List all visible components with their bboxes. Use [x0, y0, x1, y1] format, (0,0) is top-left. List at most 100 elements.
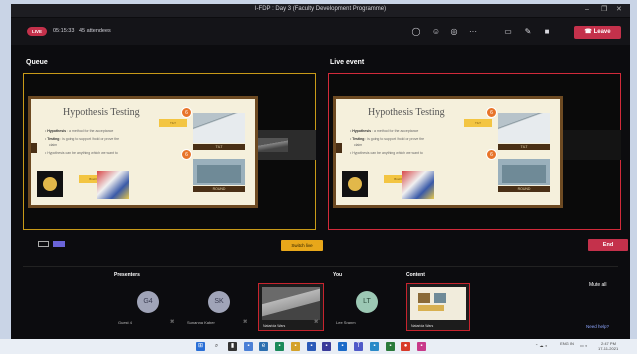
tray-icons[interactable]: ⌃ ☁ ◑ [535, 344, 547, 348]
edge-icon[interactable]: e [259, 342, 268, 351]
slide-decoration [336, 143, 342, 153]
layout-single-button[interactable] [38, 241, 49, 247]
meeting-toolbar: LIVE 05:15:33 45 attendees ◯ ☺ ◎ ··· ▭ ✎… [11, 18, 630, 45]
tilt-image [498, 113, 550, 143]
tilt-label: TILT [193, 144, 245, 150]
slide-content: Hypothesis Testing • Hypothesis : a meth… [31, 99, 255, 205]
maximize-icon[interactable]: ❐ [601, 6, 607, 14]
slide-callout: TILT [464, 119, 492, 127]
leave-button[interactable]: ☎ Leave [574, 26, 621, 39]
slide-bullet: • Hypothesis can be anything which we wa… [350, 151, 423, 155]
bullet-term: Hypothesis [352, 129, 372, 133]
live-event-pane[interactable]: Hypothesis Testing • Hypothesis : a meth… [328, 73, 621, 230]
slide-bullet: • Testing : is going to support /hold or… [45, 137, 120, 141]
need-help-link[interactable]: Need help? [586, 324, 609, 329]
slide-bullet: claim [354, 143, 362, 147]
bullet-text: claim [354, 143, 363, 147]
slide-bullet: • Hypothesis : a method for the acceptan… [45, 129, 114, 133]
round-image [498, 159, 550, 185]
people-icon[interactable]: ☺ [430, 26, 442, 38]
content-tile[interactable]: Natarida Wars [406, 283, 470, 331]
app-icon[interactable]: ▪ [338, 342, 347, 351]
bullet-text: : is going to support /hold or prove the [59, 137, 120, 141]
slide-content: Hypothesis Testing • Hypothesis : a meth… [336, 99, 560, 205]
you-heading: You [333, 272, 343, 278]
presenters-heading: Presenters [114, 272, 140, 278]
attendee-count: 45 attendees [79, 28, 111, 34]
elapsed-timer: 05:15:33 [53, 28, 75, 34]
title-bar: I-FDP : Day 3 (Faculty Development Progr… [11, 4, 630, 17]
more-actions-icon[interactable]: ··· [467, 26, 479, 38]
bullet-text: claim [49, 143, 58, 147]
avatar[interactable]: G4 [137, 291, 159, 313]
slide-number-badge: 6 [486, 149, 497, 160]
queue-slide: Hypothesis Testing • Hypothesis : a meth… [28, 96, 258, 208]
slide-callout: TILT [159, 119, 187, 127]
chat-icon[interactable]: ◯ [410, 26, 422, 38]
avatar[interactable]: LT [356, 291, 378, 313]
windows-taskbar: ⊞ ⌕ ▮ ▪ e ▪ ▪ ▪ ▪ ▪ T ▪ ▪ ● ▪ ⌃ ☁ ◑ ENG … [0, 339, 637, 354]
slide-number-badge: 6 [486, 107, 497, 118]
content-caption: Natarida Wars [411, 324, 434, 328]
leave-label: Leave [593, 29, 611, 35]
participant-name: Natarida Wars [263, 324, 286, 328]
participant-name: Sunanna Kaber [187, 320, 215, 325]
slide-bullet: claim [49, 143, 57, 147]
avatar[interactable]: SK [208, 291, 230, 313]
app-icon[interactable]: ▪ [307, 342, 316, 351]
share-icon[interactable]: ■ [541, 26, 553, 38]
app-icon[interactable]: ▪ [275, 342, 284, 351]
network-volume-icons[interactable]: ▭ ◖ [580, 344, 587, 348]
start-icon[interactable]: ⊞ [196, 342, 205, 351]
app-icon[interactable]: ▪ [386, 342, 395, 351]
live-event-heading: Live event [330, 59, 365, 66]
window-title: I-FDP : Day 3 (Faculty Development Progr… [254, 6, 387, 12]
tilt-image [193, 113, 245, 143]
mute-all-button[interactable]: Mute all [589, 282, 607, 288]
live-badge: LIVE [27, 27, 47, 36]
mic-icon[interactable]: ⌘ [170, 319, 175, 325]
bullet-term: Testing [47, 137, 60, 141]
mic-icon[interactable]: ⌘ [243, 319, 248, 325]
mic-muted-icon[interactable]: ✎ [522, 26, 534, 38]
task-view-icon[interactable]: ▮ [228, 342, 237, 351]
slide-photo [402, 171, 434, 199]
search-icon[interactable]: ⌕ [212, 342, 221, 351]
slide-number-badge: 6 [181, 149, 192, 160]
layout-split-button[interactable] [53, 241, 65, 247]
queue-heading: Queue [26, 59, 48, 66]
switch-live-button[interactable]: Switch live [281, 240, 323, 251]
reactions-icon[interactable]: ◎ [448, 26, 460, 38]
slide-photo [37, 171, 63, 197]
widgets-icon[interactable]: ▪ [244, 342, 253, 351]
app-icon[interactable]: ▪ [322, 342, 331, 351]
close-icon[interactable]: ✕ [616, 6, 622, 14]
minimize-icon[interactable]: – [585, 6, 589, 14]
language-indicator[interactable]: ENG IN [560, 342, 574, 346]
slide-photo [342, 171, 368, 197]
end-button[interactable]: End [588, 239, 628, 251]
round-label: ROUND [498, 186, 550, 192]
slide-photo [97, 171, 129, 199]
bullet-text: Hypothesis can be anything which we want… [47, 151, 118, 155]
teams-icon[interactable]: T [354, 342, 363, 351]
participant-name: Lee Sranm [336, 320, 356, 325]
app-icon[interactable]: ▪ [370, 342, 379, 351]
content-heading: Content [406, 272, 425, 278]
file-explorer-icon[interactable]: ▪ [291, 342, 300, 351]
clock-date[interactable]: 17-11-2021 [598, 347, 618, 351]
slide-title: Hypothesis Testing [368, 107, 445, 118]
slide-bullet: • Testing : is going to support /hold or… [350, 137, 425, 141]
teams-live-event-window: I-FDP : Day 3 (Faculty Development Progr… [11, 4, 630, 339]
bullet-text: : a method for the acceptance [371, 129, 419, 133]
camera-feed-preview [258, 130, 316, 160]
bullet-text: Hypothesis can be anything which we want… [352, 151, 423, 155]
queue-pane[interactable]: Hypothesis Testing • Hypothesis : a meth… [23, 73, 316, 230]
round-image [193, 159, 245, 185]
chrome-icon[interactable]: ● [401, 342, 410, 351]
app-icon[interactable]: ▪ [417, 342, 426, 351]
bullet-term: Hypothesis [47, 129, 67, 133]
mic-icon[interactable]: ⌘ [314, 319, 319, 325]
camera-icon[interactable]: ▭ [502, 26, 514, 38]
bullet-text: : is going to support /hold or prove the [364, 137, 425, 141]
